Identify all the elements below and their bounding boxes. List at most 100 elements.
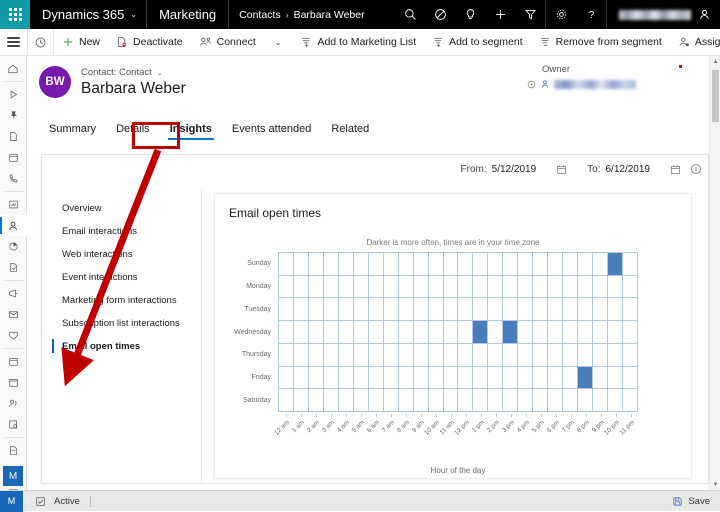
brand-menu[interactable]: Dynamics 365 ⌄: [30, 7, 146, 22]
phone-icon[interactable]: [0, 168, 27, 189]
heatmap-cell[interactable]: [368, 298, 384, 322]
heatmap-cell[interactable]: [548, 275, 564, 299]
record-type-selector[interactable]: Contact: Contact ⌄: [81, 67, 163, 78]
owner-value-row[interactable]: [527, 79, 702, 89]
app-launcher-icon[interactable]: [0, 0, 30, 29]
heatmap-cell[interactable]: [428, 343, 444, 367]
calendar-icon[interactable]: [670, 164, 681, 175]
heatmap-cell[interactable]: [608, 275, 624, 299]
heatmap-cell[interactable]: [293, 366, 309, 390]
dashboard-icon[interactable]: [0, 194, 27, 215]
heatmap-cell[interactable]: [578, 343, 594, 367]
heatmap-cell[interactable]: [548, 321, 564, 344]
heatmap-cell[interactable]: [533, 253, 549, 276]
segments-icon[interactable]: [0, 236, 27, 257]
heatmap-cell[interactable]: [503, 253, 519, 276]
heatmap-cell[interactable]: [413, 275, 429, 299]
heatmap-cell[interactable]: [488, 343, 504, 367]
heatmap-cell[interactable]: [323, 253, 339, 276]
insights-nav-overview[interactable]: Overview: [52, 197, 201, 220]
heatmap-cell[interactable]: [279, 298, 294, 322]
new-button[interactable]: New: [54, 29, 108, 56]
heatmap-cell[interactable]: [293, 253, 309, 276]
heatmap-cell[interactable]: [443, 298, 459, 322]
heatmap-cell[interactable]: [548, 343, 564, 367]
heatmap-cell[interactable]: [323, 366, 339, 390]
heatmap-cell[interactable]: [533, 321, 549, 344]
heatmap-cell[interactable]: [323, 298, 339, 322]
heatmap-cell[interactable]: [353, 366, 369, 390]
scrollbar-thumb[interactable]: [712, 70, 719, 122]
heatmap-cell[interactable]: [458, 321, 474, 344]
session-icon[interactable]: [0, 372, 27, 393]
connect-button[interactable]: Connect: [191, 29, 264, 56]
home-icon[interactable]: [0, 58, 27, 79]
heatmap-cell[interactable]: [593, 253, 609, 276]
remove-from-segment-button[interactable]: Remove from segment: [531, 29, 670, 56]
heatmap-cell[interactable]: [578, 321, 594, 344]
heatmap-cell[interactable]: [293, 275, 309, 299]
heatmap-cell[interactable]: [563, 321, 579, 344]
heatmap-cell[interactable]: [353, 298, 369, 322]
heatmap-cell[interactable]: [428, 366, 444, 390]
sidebar-item-contacts[interactable]: [0, 215, 27, 236]
search-icon[interactable]: [395, 0, 425, 29]
heatmap-cell[interactable]: [623, 366, 638, 390]
recent-icon[interactable]: [0, 84, 27, 105]
heatmap-cell[interactable]: [323, 275, 339, 299]
calendar-icon[interactable]: [556, 164, 567, 175]
heatmap-cell[interactable]: [443, 321, 459, 344]
heatmap-cell[interactable]: [338, 321, 354, 344]
heatmap-cell[interactable]: [338, 366, 354, 390]
heatmap-cell[interactable]: [413, 298, 429, 322]
heatmap-cell[interactable]: [353, 275, 369, 299]
heatmap-cell[interactable]: [428, 321, 444, 344]
heatmap-cell[interactable]: [353, 253, 369, 276]
assistant-icon[interactable]: [425, 0, 455, 29]
heatmap-cell[interactable]: [473, 366, 489, 390]
heatmap-cell[interactable]: [518, 343, 534, 367]
heatmap-cell[interactable]: [593, 275, 609, 299]
heatmap-cell[interactable]: [368, 389, 384, 412]
heatmap-cell[interactable]: [473, 253, 489, 276]
lead-icon[interactable]: [0, 257, 27, 278]
heatmap-cell[interactable]: [443, 275, 459, 299]
heatmap-cell[interactable]: [368, 321, 384, 344]
filter-icon[interactable]: [515, 0, 545, 29]
heatmap-cell[interactable]: [368, 275, 384, 299]
heatmap-cell[interactable]: [473, 275, 489, 299]
add-to-marketing-list-button[interactable]: Add to Marketing List: [292, 29, 424, 56]
add-to-segment-button[interactable]: Add to segment: [424, 29, 531, 56]
heatmap-cell[interactable]: [563, 253, 579, 276]
heatmap-cell[interactable]: [443, 366, 459, 390]
heatmap-cell[interactable]: [353, 389, 369, 412]
form-icon[interactable]: [0, 414, 27, 435]
heatmap-cell[interactable]: [279, 389, 294, 412]
heatmap-cell[interactable]: [398, 321, 414, 344]
heatmap-cell[interactable]: [413, 366, 429, 390]
heatmap-cell[interactable]: [413, 253, 429, 276]
tab-summary[interactable]: Summary: [39, 120, 106, 142]
heatmap-cell[interactable]: [279, 366, 294, 390]
heatmap-cell[interactable]: [383, 321, 399, 344]
heatmap-cell[interactable]: [473, 343, 489, 367]
heatmap-cell[interactable]: [608, 366, 624, 390]
heatmap-cell[interactable]: [563, 366, 579, 390]
heatmap-cell[interactable]: [623, 298, 638, 322]
heatmap-cell[interactable]: [383, 343, 399, 367]
heatmap-cell[interactable]: [338, 389, 354, 412]
heatmap-cell[interactable]: [443, 343, 459, 367]
heatmap-cell[interactable]: [533, 343, 549, 367]
user-account-menu[interactable]: [607, 0, 720, 29]
vertical-scrollbar[interactable]: ▲ ▼: [709, 56, 720, 490]
heatmap-cell[interactable]: [458, 343, 474, 367]
heatmap-cell[interactable]: [623, 275, 638, 299]
heatmap-cell[interactable]: [458, 298, 474, 322]
heatmap-cell[interactable]: [458, 275, 474, 299]
insights-nav-subscription-list-interactions[interactable]: Subscription list interactions: [52, 312, 201, 335]
heatmap-cell[interactable]: [428, 298, 444, 322]
heatmap-cell[interactable]: [533, 298, 549, 322]
email-icon[interactable]: [0, 304, 27, 325]
user-avatar-rail[interactable]: M: [3, 466, 23, 486]
heatmap-cell[interactable]: [518, 321, 534, 344]
